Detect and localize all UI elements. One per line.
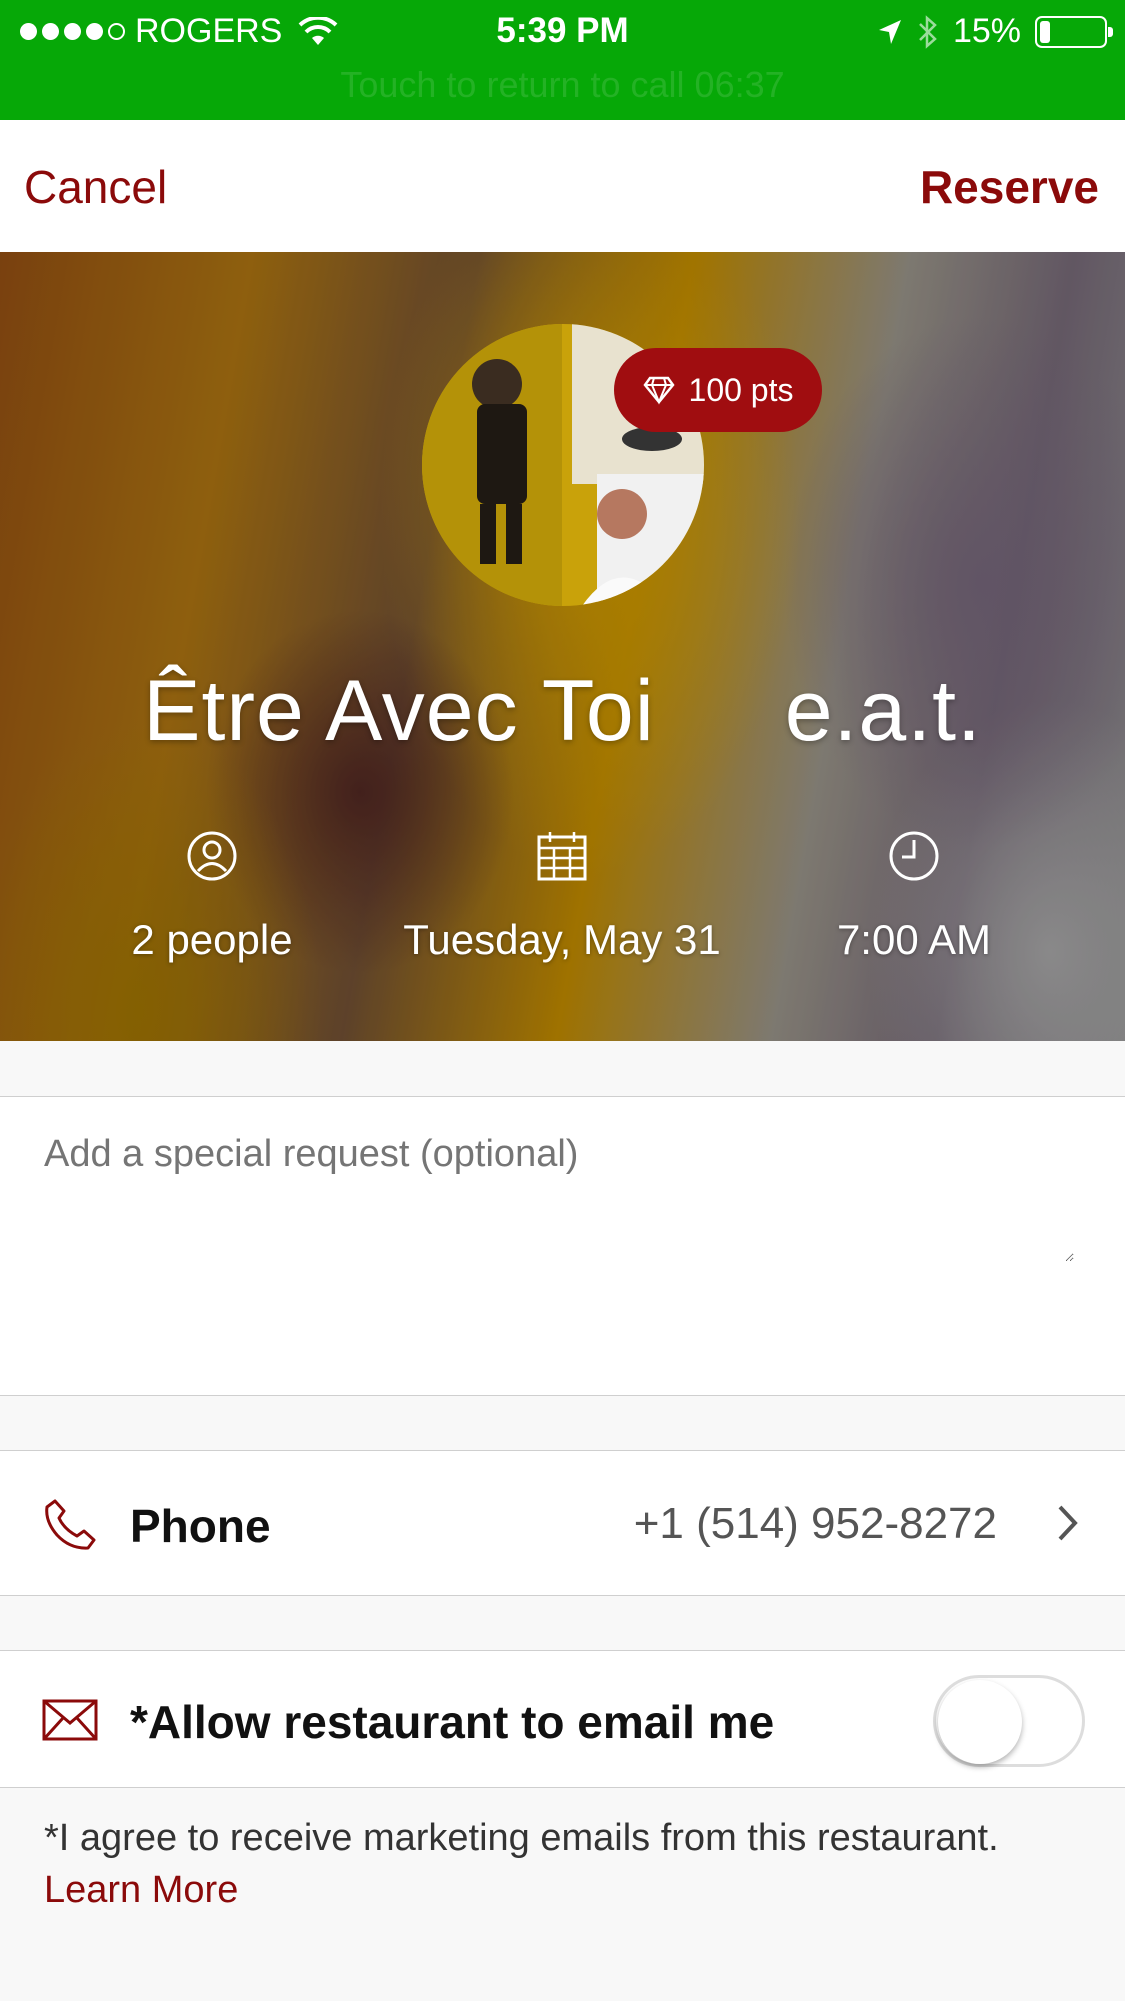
time-text: 7:00 AM [836, 916, 992, 963]
phone-row[interactable]: Phone +1 (514) 952-8272 [0, 1450, 1125, 1596]
email-consent-toggle[interactable] [933, 1675, 1085, 1767]
battery-percent: 15% [952, 12, 1021, 50]
restaurant-name-main: Être Avec Toi [143, 663, 655, 759]
diamond-icon [642, 376, 675, 405]
learn-more-link[interactable]: Learn More [44, 1864, 1094, 1916]
person-icon [187, 831, 237, 881]
phone-value: +1 (514) 952-8272 [633, 1499, 997, 1548]
marketing-disclaimer: *I agree to receive marketing emails fro… [44, 1812, 1094, 1916]
party-size-text: 2 people [131, 916, 293, 963]
toggle-knob [938, 1680, 1022, 1764]
reservation-date[interactable]: Tuesday, May 31 [372, 830, 752, 964]
return-to-call-banner[interactable]: Touch to return to call 06:37 [0, 64, 1125, 106]
restaurant-name-suffix: e.a.t. [784, 663, 982, 759]
location-arrow-icon [878, 19, 901, 44]
reservation-time[interactable]: 7:00 AM [724, 830, 1104, 964]
email-consent-row: *Allow restaurant to email me [0, 1650, 1125, 1788]
status-right: 15% [877, 12, 1113, 51]
bluetooth-icon [919, 14, 937, 49]
special-request-section [0, 1096, 1125, 1396]
phone-label: Phone [130, 1500, 271, 1552]
points-text: 100 pts [688, 371, 794, 408]
phone-icon [45, 1499, 96, 1550]
restaurant-name: Être Avec Toi e.a.t. [0, 662, 1125, 761]
reserve-button[interactable]: Reserve [920, 160, 1099, 214]
date-text: Tuesday, May 31 [403, 916, 721, 963]
email-consent-label: *Allow restaurant to email me [130, 1696, 775, 1748]
chevron-right-icon [1058, 1505, 1078, 1541]
party-size[interactable]: 2 people [22, 830, 402, 964]
cancel-button[interactable]: Cancel [24, 160, 167, 214]
battery-icon [1035, 15, 1113, 48]
disclaimer-text: *I agree to receive marketing emails fro… [44, 1817, 999, 1859]
envelope-icon [42, 1699, 98, 1741]
points-badge: 100 pts [614, 348, 822, 432]
navigation-bar: Cancel Reserve [0, 120, 1125, 252]
status-bar: ROGERS 5:39 PM 15% Touch to return to ca… [0, 0, 1125, 120]
restaurant-hero: 100 pts Être Avec Toi e.a.t. 2 people Tu… [0, 252, 1125, 1041]
special-request-input[interactable] [44, 1133, 1074, 1262]
calendar-icon [537, 832, 587, 881]
clock-icon [889, 831, 939, 881]
